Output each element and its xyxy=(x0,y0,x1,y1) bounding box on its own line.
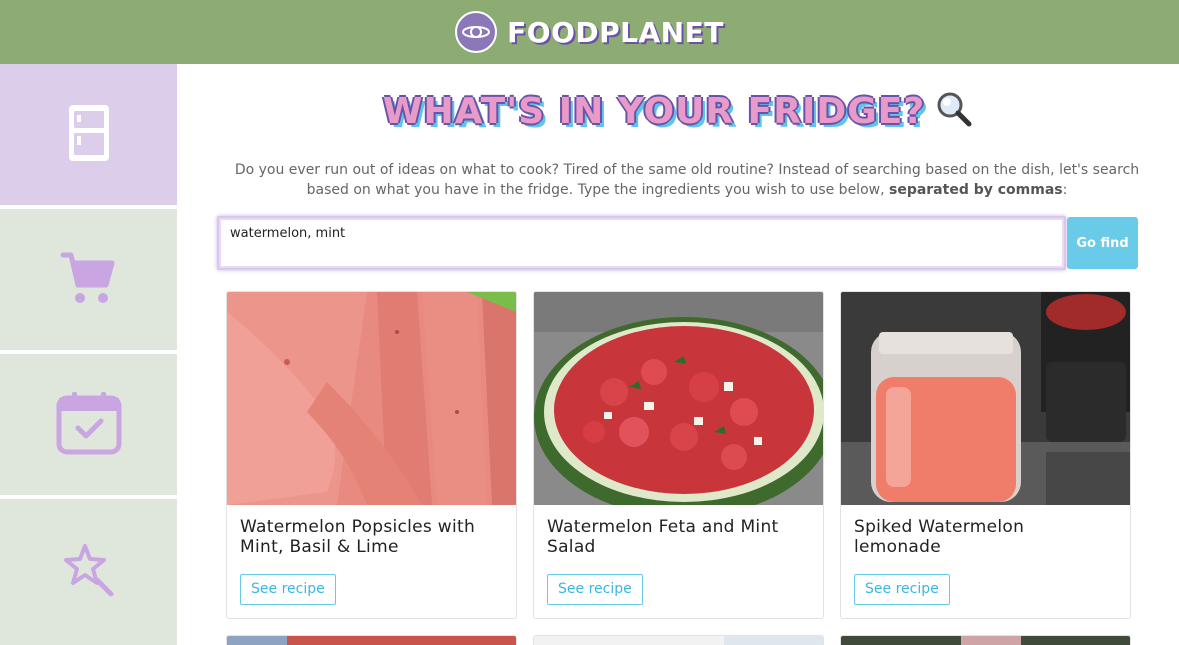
magic-wand-icon xyxy=(61,542,117,602)
intro-emphasis: separated by commas xyxy=(888,182,1063,198)
recipe-card[interactable]: Spiked Watermelon lemonade See recipe xyxy=(840,291,1131,619)
top-header: FOODPLANET xyxy=(0,0,1179,64)
recipe-card[interactable]: Watermelon Popsicles with Mint, Basil & … xyxy=(226,291,517,619)
recipe-card[interactable]: Watermelon Feta and Mint Salad See recip… xyxy=(533,291,824,619)
intro-text: Do you ever run out of ideas on what to … xyxy=(217,160,1157,200)
magnifier-icon xyxy=(935,90,973,132)
planet-plate-icon[interactable] xyxy=(455,11,498,53)
main-content: WHAT'S IN YOUR FRIDGE? Do you ever run o… xyxy=(177,64,1179,645)
see-recipe-button[interactable]: See recipe xyxy=(854,574,950,605)
page-title: WHAT'S IN YOUR FRIDGE? xyxy=(177,90,1179,132)
intro-line-2-end: : xyxy=(1062,182,1068,198)
brand-name[interactable]: FOODPLANET xyxy=(507,16,724,49)
see-recipe-button[interactable]: See recipe xyxy=(240,574,336,605)
fridge-icon xyxy=(67,103,111,167)
recipe-card-peek[interactable] xyxy=(533,635,824,645)
calendar-check-icon xyxy=(56,390,122,460)
cart-icon xyxy=(60,251,118,309)
recipe-image[interactable] xyxy=(534,292,823,505)
recipe-card-peek[interactable] xyxy=(840,635,1131,645)
sidebar-item-magic[interactable] xyxy=(0,499,177,645)
recipe-card-peek[interactable] xyxy=(226,635,517,645)
sidebar-item-fridge[interactable] xyxy=(0,64,177,205)
recipe-title[interactable]: Watermelon Popsicles with Mint, Basil & … xyxy=(240,517,502,557)
sidebar-item-calendar[interactable] xyxy=(0,354,177,495)
sidebar-item-cart[interactable] xyxy=(0,209,177,350)
recipe-title[interactable]: Watermelon Feta and Mint Salad xyxy=(547,517,809,557)
recipe-title[interactable]: Spiked Watermelon lemonade xyxy=(854,517,1116,557)
intro-line-1: Do you ever run out of ideas on what to … xyxy=(234,162,1140,178)
ingredients-input[interactable]: watermelon, mint xyxy=(217,216,1066,270)
recipe-image[interactable] xyxy=(841,292,1130,505)
recipe-image[interactable] xyxy=(227,292,516,505)
go-find-button[interactable]: Go find xyxy=(1067,217,1138,269)
intro-line-2-text: based on what you have in the fridge. Ty… xyxy=(306,182,889,198)
ingredient-search: watermelon, mint Go find xyxy=(217,216,1139,270)
sidebar xyxy=(0,64,177,645)
page-title-text: WHAT'S IN YOUR FRIDGE? xyxy=(382,90,926,132)
recipe-results: Watermelon Popsicles with Mint, Basil & … xyxy=(226,291,1136,645)
see-recipe-button[interactable]: See recipe xyxy=(547,574,643,605)
intro-line-2: based on what you have in the fridge. Ty… xyxy=(217,180,1157,200)
